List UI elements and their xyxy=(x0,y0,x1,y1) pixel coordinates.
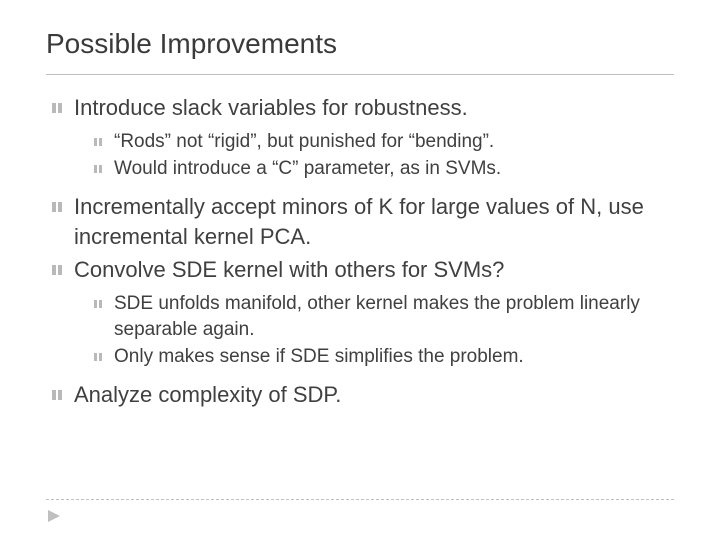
bullet-text: Incrementally accept minors of K for lar… xyxy=(74,194,644,249)
bullet-item: Incrementally accept minors of K for lar… xyxy=(52,192,674,251)
bullet-item: Introduce slack variables for robustness… xyxy=(52,93,674,182)
slide: Possible Improvements Introduce slack va… xyxy=(0,0,720,540)
sub-bullet-item: “Rods” not “rigid”, but punished for “be… xyxy=(94,129,674,155)
bullet-text: Introduce slack variables for robustness… xyxy=(74,95,468,120)
sub-bullet-item: Would introduce a “C” parameter, as in S… xyxy=(94,156,674,182)
footer-divider xyxy=(46,499,674,500)
sub-bullet-text: “Rods” not “rigid”, but punished for “be… xyxy=(114,131,494,152)
slide-title: Possible Improvements xyxy=(46,28,674,75)
bullet-text: Convolve SDE kernel with others for SVMs… xyxy=(74,257,504,282)
bullet-text: Analyze complexity of SDP. xyxy=(74,382,341,407)
bullet-item: Analyze complexity of SDP. xyxy=(52,380,674,410)
bullet-item: Convolve SDE kernel with others for SVMs… xyxy=(52,255,674,370)
bullet-list: Introduce slack variables for robustness… xyxy=(46,93,674,410)
sub-bullet-text: Only makes sense if SDE simplifies the p… xyxy=(114,346,524,367)
sub-bullet-item: Only makes sense if SDE simplifies the p… xyxy=(94,344,674,370)
footer-arrow-icon xyxy=(46,508,62,524)
sub-bullet-text: Would introduce a “C” parameter, as in S… xyxy=(114,158,501,179)
sub-bullet-list: “Rods” not “rigid”, but punished for “be… xyxy=(74,129,674,182)
sub-bullet-item: SDE unfolds manifold, other kernel makes… xyxy=(94,291,674,342)
sub-bullet-text: SDE unfolds manifold, other kernel makes… xyxy=(114,293,640,340)
sub-bullet-list: SDE unfolds manifold, other kernel makes… xyxy=(74,291,674,370)
